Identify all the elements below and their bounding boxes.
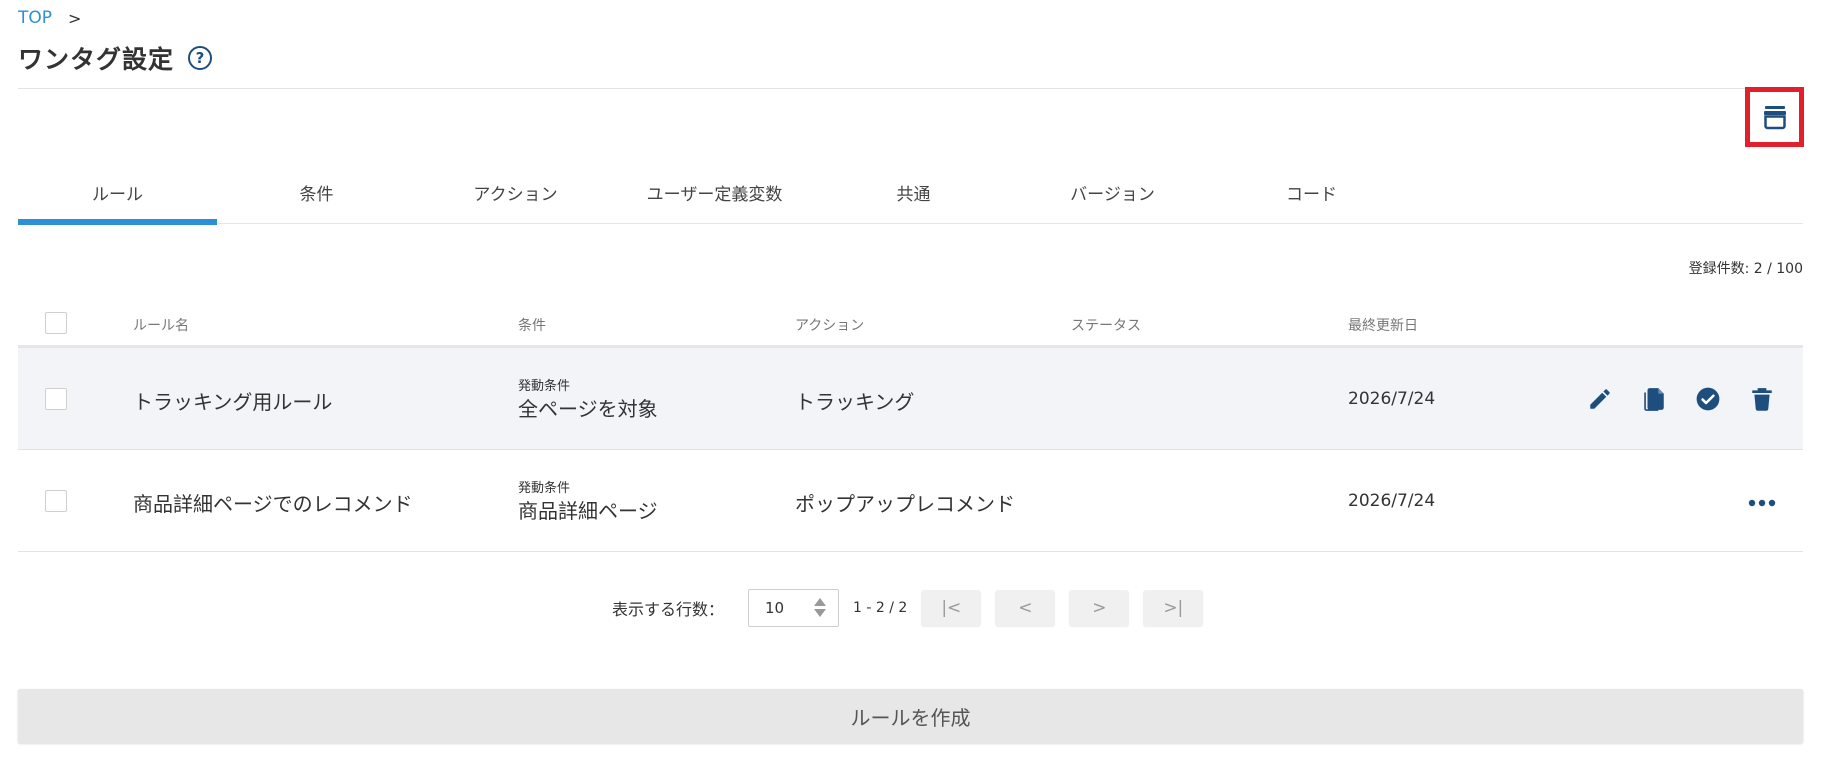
select-all-checkbox[interactable] bbox=[45, 312, 67, 334]
rules-table: ルール名 条件 アクション ステータス 最終更新日 トラッキング用ルール 発動条… bbox=[18, 300, 1803, 552]
condition-label: 発動条件 bbox=[518, 481, 571, 496]
create-rule-button[interactable]: ルールを作成 bbox=[18, 689, 1803, 743]
action-value: ポップアップレコメンド bbox=[795, 492, 1015, 516]
last-page-button[interactable]: >| bbox=[1143, 590, 1204, 626]
publish-button[interactable] bbox=[1693, 384, 1723, 414]
condition-label: 発動条件 bbox=[518, 379, 571, 394]
document-icon bbox=[1644, 388, 1664, 411]
updated-date: 2026/7/24 bbox=[1348, 389, 1436, 409]
breadcrumb-separator: > bbox=[68, 8, 82, 28]
rows-per-page-value: 10 bbox=[765, 599, 785, 617]
rule-name: 商品詳細ページでのレコメンド bbox=[133, 492, 413, 516]
more-horizontal-icon bbox=[1748, 499, 1776, 507]
spin-up-icon[interactable] bbox=[814, 598, 827, 606]
page-title: ワンタグ設定 bbox=[18, 45, 175, 74]
row-checkbox[interactable] bbox=[45, 388, 67, 410]
check-circle-icon bbox=[1696, 387, 1720, 411]
delete-button[interactable] bbox=[1747, 384, 1777, 414]
header-status: ステータス bbox=[1071, 318, 1141, 334]
copy-button[interactable] bbox=[1639, 384, 1669, 414]
help-icon[interactable]: ? bbox=[188, 46, 213, 70]
archive-button[interactable] bbox=[1745, 87, 1804, 147]
table-header: ルール名 条件 アクション ステータス 最終更新日 bbox=[18, 300, 1803, 348]
breadcrumb-top-link[interactable]: TOP bbox=[18, 8, 52, 28]
page-range: 1 - 2 / 2 bbox=[853, 600, 908, 616]
page-header: ワンタグ設定 ? bbox=[18, 40, 213, 76]
action-value: トラッキング bbox=[795, 390, 915, 414]
condition-value: 全ページを対象 bbox=[518, 397, 658, 421]
tab-conditions[interactable]: 条件 bbox=[217, 164, 416, 224]
rows-spinner[interactable] bbox=[814, 598, 827, 617]
row-checkbox[interactable] bbox=[45, 490, 67, 512]
rows-per-page-input[interactable]: 10 bbox=[748, 589, 840, 627]
archive-icon bbox=[1763, 106, 1786, 130]
tab-rules[interactable]: ルール bbox=[18, 164, 217, 225]
pencil-icon bbox=[1590, 389, 1610, 409]
tab-versions[interactable]: バージョン bbox=[1013, 164, 1212, 224]
registration-count: 登録件数: 2 / 100 bbox=[1688, 261, 1803, 277]
table-row[interactable]: トラッキング用ルール 発動条件 全ページを対象 トラッキング 2026/7/24 bbox=[18, 348, 1803, 450]
header-action: アクション bbox=[795, 318, 865, 334]
tab-code[interactable]: コード bbox=[1212, 164, 1411, 224]
rows-per-page-label: 表示する行数： bbox=[612, 600, 725, 619]
prev-page-button[interactable]: < bbox=[995, 590, 1056, 626]
tab-actions[interactable]: アクション bbox=[416, 164, 615, 224]
header-condition: 条件 bbox=[518, 318, 546, 334]
more-button[interactable] bbox=[1747, 488, 1777, 518]
table-row[interactable]: 商品詳細ページでのレコメンド 発動条件 商品詳細ページ ポップアップレコメンド … bbox=[18, 450, 1803, 552]
first-page-button[interactable]: |< bbox=[921, 590, 982, 626]
updated-date: 2026/7/24 bbox=[1348, 491, 1436, 511]
rule-name: トラッキング用ルール bbox=[133, 390, 333, 414]
edit-button[interactable] bbox=[1585, 384, 1615, 414]
tab-user-variables[interactable]: ユーザー定義変数 bbox=[615, 164, 814, 224]
condition-value: 商品詳細ページ bbox=[518, 499, 658, 523]
row-actions bbox=[1561, 384, 1777, 414]
trash-icon bbox=[1752, 388, 1772, 411]
tab-bar: ルール 条件 アクション ユーザー定義変数 共通 バージョン コード bbox=[18, 164, 1803, 225]
header-divider bbox=[18, 88, 1803, 89]
pagination: 表示する行数： 10 1 - 2 / 2 |< < > >| bbox=[612, 589, 1217, 627]
tab-common[interactable]: 共通 bbox=[814, 164, 1013, 224]
header-updated: 最終更新日 bbox=[1348, 318, 1418, 334]
next-page-button[interactable]: > bbox=[1069, 590, 1130, 626]
header-rule-name: ルール名 bbox=[133, 318, 189, 334]
breadcrumb: TOP > bbox=[18, 8, 81, 28]
spin-down-icon[interactable] bbox=[814, 609, 827, 617]
